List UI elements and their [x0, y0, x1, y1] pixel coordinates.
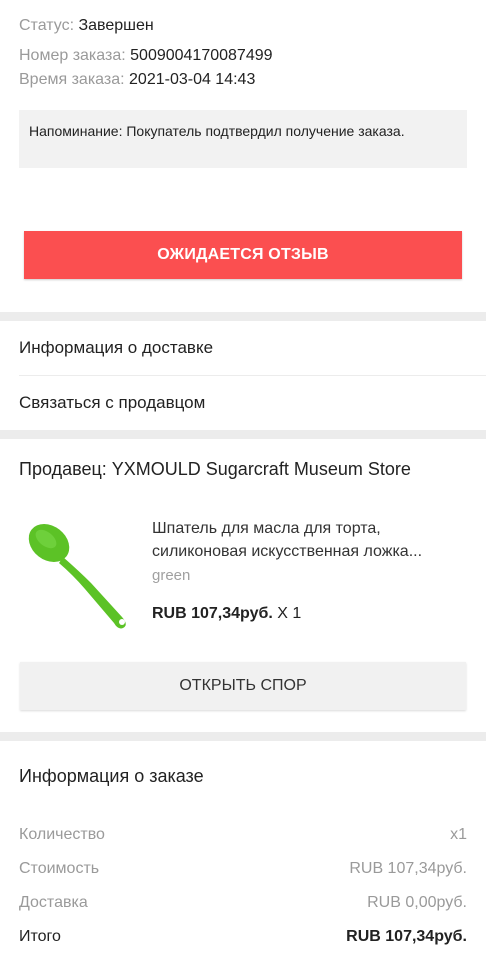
status-label: Статус:: [19, 17, 75, 34]
product-title-line: силиконовая искусственная ложка...: [152, 543, 423, 560]
order-number-label: Номер заказа:: [19, 47, 126, 64]
order-status-card: Статус: Завершен Номер заказа: 500900417…: [0, 0, 486, 312]
quantity-row: Количество x1: [19, 825, 467, 845]
row-label: Количество: [19, 826, 105, 843]
order-info-card: Информация о заказе Количество x1 Стоимо…: [0, 741, 486, 962]
order-number-line: Номер заказа: 5009004170087499: [19, 46, 273, 66]
row-value: RUB 0,00руб.: [367, 894, 467, 911]
awaiting-review-button[interactable]: ОЖИДАЕТСЯ ОТЗЫВ: [24, 231, 462, 279]
row-value: x1: [450, 826, 467, 843]
seller-card: Продавец: YXMOULD Sugarcraft Museum Stor…: [0, 439, 486, 732]
reminder-box: Напоминание: Покупатель подтвердил получ…: [19, 110, 467, 168]
order-time-label: Время заказа:: [19, 71, 125, 88]
contact-seller-link[interactable]: Связаться с продавцом: [0, 376, 486, 430]
row-value: RUB 107,34руб.: [346, 928, 467, 945]
order-info-title: Информация о заказе: [19, 766, 204, 786]
product-price-line: RUB 107,34руб. X 1: [152, 605, 301, 623]
product-variant: green: [152, 567, 191, 584]
product-title-line: Шпатель для масла для торта,: [152, 520, 381, 537]
product-price: RUB 107,34руб.: [152, 605, 273, 622]
row-label: Доставка: [19, 894, 88, 911]
links-card: Информация о доставке Связаться с продав…: [0, 321, 486, 430]
status-value: Завершен: [78, 17, 154, 34]
spoon-icon: [28, 523, 126, 629]
product-title[interactable]: Шпатель для масла для торта, силиконовая…: [152, 517, 472, 563]
product-image[interactable]: [19, 511, 137, 633]
cost-row: Стоимость RUB 107,34руб.: [19, 859, 467, 879]
row-label: Итого: [19, 928, 61, 945]
total-row: Итого RUB 107,34руб.: [19, 927, 467, 947]
row-label: Стоимость: [19, 860, 100, 877]
status-line: Статус: Завершен: [19, 16, 154, 36]
order-number-value: 5009004170087499: [130, 47, 273, 64]
order-time-line: Время заказа: 2021-03-04 14:43: [19, 70, 255, 90]
shipping-row: Доставка RUB 0,00руб.: [19, 893, 467, 913]
open-dispute-button[interactable]: ОТКРЫТЬ СПОР: [20, 662, 466, 710]
delivery-info-link[interactable]: Информация о доставке: [0, 321, 486, 375]
order-time-value: 2021-03-04 14:43: [129, 71, 256, 88]
seller-name[interactable]: Продавец: YXMOULD Sugarcraft Museum Stor…: [19, 458, 411, 480]
row-value: RUB 107,34руб.: [349, 860, 467, 877]
product-quantity: X 1: [272, 605, 302, 622]
